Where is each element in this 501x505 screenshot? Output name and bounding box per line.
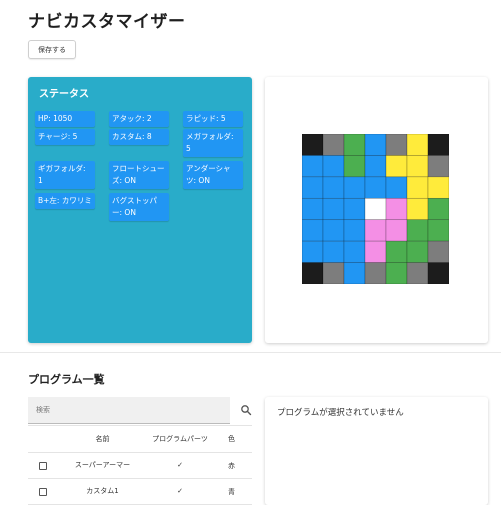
grid-cell-blue[interactable] — [343, 262, 366, 284]
grid-cell-green[interactable] — [385, 262, 408, 284]
grid-cell-gray[interactable] — [322, 262, 345, 284]
grid-cell-pink[interactable] — [364, 219, 387, 242]
grid-cell-blue[interactable] — [343, 219, 366, 242]
grid-cell-yellow[interactable] — [406, 176, 429, 199]
grid-cell-dark[interactable] — [302, 134, 324, 156]
grid-cell-green[interactable] — [343, 155, 366, 178]
grid-cell-blue[interactable] — [322, 155, 345, 178]
grid-cell-dark[interactable] — [302, 262, 324, 284]
grid-cell-blue[interactable] — [322, 197, 345, 221]
grid-cell-pink[interactable] — [385, 219, 408, 242]
grid-cell-blue[interactable] — [322, 240, 345, 263]
status-chip: メガフォルダ: 5 — [183, 129, 243, 157]
grid-cell-empty[interactable] — [364, 197, 387, 221]
program-name: カスタム1 — [86, 487, 119, 495]
grid-cell-gray[interactable] — [427, 155, 449, 178]
grid-cell-pink[interactable] — [364, 240, 387, 263]
program-table: 名前 プログラムパーツ 色 スーパーアーマー ✓ 赤 カスタム1 ✓ 青 — [28, 425, 252, 505]
table-row[interactable]: カスタム1 ✓ 青 — [28, 479, 252, 505]
program-detail-panel: プログラムが選択されていません — [265, 397, 488, 505]
grid-cell-yellow[interactable] — [427, 176, 449, 199]
column-header-part: プログラムパーツ — [152, 434, 208, 443]
table-row[interactable]: スーパーアーマー ✓ 赤 — [28, 453, 252, 479]
grid-cell-blue[interactable] — [343, 197, 366, 221]
grid-cell-blue[interactable] — [322, 176, 345, 199]
grid-cell-blue[interactable] — [364, 176, 387, 199]
status-chip: バグストッパー: ON — [109, 193, 169, 221]
status-chip: HP: 1050 — [35, 111, 95, 127]
grid-cell-yellow[interactable] — [406, 134, 429, 156]
status-chip: ギガフォルダ: 1 — [35, 161, 95, 189]
navi-customizer-grid[interactable] — [302, 134, 449, 284]
grid-cell-blue[interactable] — [364, 155, 387, 178]
status-panel: ステータス HP: 1050 アタック: 2 ラピッド: 5 チャージ: 5 カ… — [28, 77, 252, 343]
grid-cell-green[interactable] — [406, 219, 429, 242]
navi-grid-panel — [265, 77, 488, 343]
column-header-name: 名前 — [95, 434, 110, 443]
grid-cell-green[interactable] — [343, 134, 366, 156]
row-checkbox[interactable] — [39, 461, 47, 470]
column-header-color: 色 — [228, 435, 235, 443]
grid-cell-green[interactable] — [406, 240, 429, 263]
divider — [0, 352, 501, 353]
page-title: ナビカスタマイザー — [28, 12, 186, 32]
grid-cell-blue[interactable] — [343, 240, 366, 263]
grid-cell-blue[interactable] — [302, 155, 324, 178]
grid-cell-blue[interactable] — [302, 176, 324, 199]
status-title: ステータス — [39, 89, 89, 100]
grid-cell-blue[interactable] — [302, 240, 324, 263]
status-chip: フロートシューズ: ON — [109, 161, 169, 189]
program-list-title: プログラム一覧 — [28, 373, 105, 386]
grid-cell-green[interactable] — [385, 240, 408, 263]
grid-cell-blue[interactable] — [302, 197, 324, 221]
grid-cell-blue[interactable] — [343, 176, 366, 199]
status-chip: アンダーシャツ: ON — [183, 161, 243, 189]
grid-cell-gray[interactable] — [427, 240, 449, 263]
grid-cell-blue[interactable] — [364, 134, 387, 156]
grid-cell-gray[interactable] — [385, 134, 408, 156]
grid-cell-gray[interactable] — [406, 262, 429, 284]
no-selection-message: プログラムが選択されていません — [277, 408, 404, 418]
status-chip: カスタム: 8 — [109, 129, 169, 145]
grid-cell-green[interactable] — [427, 219, 449, 242]
search-icon[interactable] — [240, 404, 252, 416]
grid-cell-green[interactable] — [427, 197, 449, 221]
status-chip: アタック: 2 — [109, 111, 169, 127]
grid-cell-dark[interactable] — [427, 134, 449, 156]
save-button[interactable]: 保存する — [28, 40, 76, 59]
search-input[interactable] — [28, 397, 230, 424]
grid-cell-blue[interactable] — [302, 219, 324, 242]
grid-cell-gray[interactable] — [322, 134, 345, 156]
grid-cell-blue[interactable] — [385, 176, 408, 199]
grid-cell-yellow[interactable] — [406, 155, 429, 178]
grid-cell-dark[interactable] — [427, 262, 449, 284]
program-color: 青 — [228, 487, 235, 496]
row-checkbox[interactable] — [39, 487, 47, 496]
program-part-check: ✓ — [177, 461, 183, 469]
status-chip: B+左: カワリミ — [35, 193, 95, 209]
grid-cell-blue[interactable] — [322, 219, 345, 242]
grid-cell-pink[interactable] — [385, 197, 408, 221]
program-part-check: ✓ — [177, 487, 183, 495]
program-color: 赤 — [228, 461, 235, 470]
grid-cell-yellow[interactable] — [385, 155, 408, 178]
grid-cell-gray[interactable] — [364, 262, 387, 284]
status-chip: ラピッド: 5 — [183, 111, 243, 127]
program-name: スーパーアーマー — [74, 461, 131, 469]
table-header: 名前 プログラムパーツ 色 — [28, 425, 252, 453]
grid-cell-yellow[interactable] — [406, 197, 429, 221]
status-chip: チャージ: 5 — [35, 129, 95, 145]
